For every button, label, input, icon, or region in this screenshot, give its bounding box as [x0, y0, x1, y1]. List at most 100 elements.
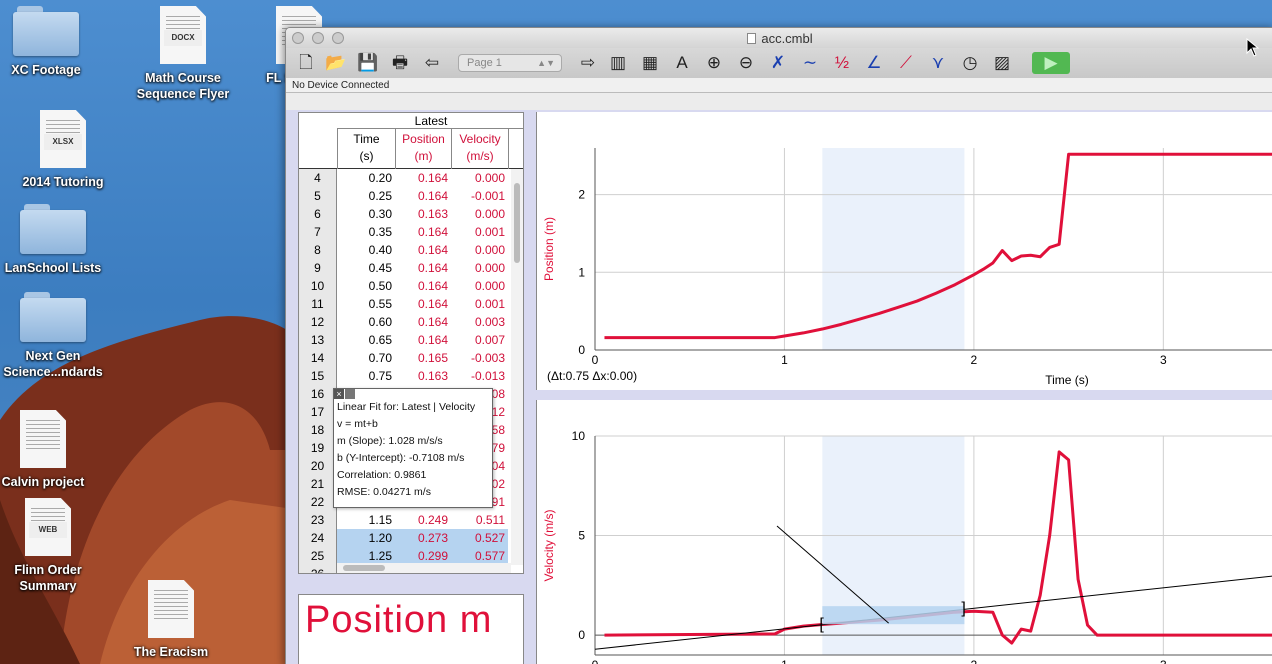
cell-velocity[interactable]: -0.001: [451, 187, 508, 205]
desktop-icon[interactable]: WEB Flinn Order Summary: [0, 498, 103, 594]
statistics-icon[interactable]: ∠: [862, 52, 886, 74]
cell-time[interactable]: 1.20: [337, 529, 395, 547]
cell-position[interactable]: 0.164: [395, 169, 451, 187]
table-row[interactable]: 4 0.20 0.164 0.000: [299, 169, 523, 187]
calculator-icon[interactable]: ▦: [638, 52, 662, 74]
scroll-thumb[interactable]: [514, 183, 520, 263]
cell-velocity[interactable]: -0.013: [451, 367, 508, 385]
desktop-icon[interactable]: DOCX Math Course Sequence Flyer: [128, 6, 238, 102]
new-file-icon[interactable]: 🗋: [294, 52, 318, 74]
cell-time[interactable]: 0.75: [337, 367, 395, 385]
cell-time[interactable]: 0.50: [337, 277, 395, 295]
cell-time[interactable]: 0.30: [337, 205, 395, 223]
title-bar[interactable]: acc.cmbl: [286, 28, 1272, 48]
examine-icon[interactable]: ✗: [766, 52, 790, 74]
cell-velocity[interactable]: 0.000: [451, 277, 508, 295]
integral-icon[interactable]: ½: [830, 52, 854, 74]
table-row[interactable]: 15 0.75 0.163 -0.013: [299, 367, 523, 385]
table-row[interactable]: 24 1.20 0.273 0.527: [299, 529, 523, 547]
cell-velocity[interactable]: 0.511: [451, 511, 508, 529]
cell-velocity[interactable]: -0.003: [451, 349, 508, 367]
column-header-time[interactable]: Time (s): [337, 129, 395, 169]
data-collection-icon[interactable]: ◷: [958, 52, 982, 74]
linear-fit-box[interactable]: × Linear Fit for: Latest | Velocity v = …: [333, 388, 493, 508]
cell-position[interactable]: 0.249: [395, 511, 451, 529]
cell-position[interactable]: 0.164: [395, 223, 451, 241]
column-header-overflow[interactable]: [508, 129, 523, 169]
digital-meter[interactable]: Position m: [298, 594, 524, 664]
table-row[interactable]: 12 0.60 0.164 0.003: [299, 313, 523, 331]
scroll-thumb[interactable]: [343, 565, 385, 571]
velocity-graph-plot[interactable]: 0 1 2 3 0 5 10 Velocity (m/s) []: [537, 400, 1272, 664]
table-row[interactable]: 8 0.40 0.164 0.000: [299, 241, 523, 259]
table-vertical-scrollbar[interactable]: [511, 169, 523, 565]
tangent-icon[interactable]: ∼: [798, 52, 822, 74]
column-header-velocity[interactable]: Velocity (m/s): [451, 129, 508, 169]
print-icon[interactable]: 🖶: [388, 52, 412, 74]
cell-position[interactable]: 0.164: [395, 295, 451, 313]
table-row[interactable]: 11 0.55 0.164 0.001: [299, 295, 523, 313]
table-horizontal-scrollbar[interactable]: [337, 563, 511, 573]
zoom-in-icon[interactable]: ⊕: [702, 52, 726, 74]
cell-time[interactable]: 1.15: [337, 511, 395, 529]
cell-velocity[interactable]: 0.000: [451, 241, 508, 259]
collect-icon[interactable]: ▶: [1032, 52, 1070, 74]
save-icon[interactable]: 💾: [356, 52, 380, 74]
replay-icon[interactable]: ▨: [990, 52, 1014, 74]
column-header-position[interactable]: Position (m): [395, 129, 451, 169]
open-folder-icon[interactable]: 📂: [324, 52, 348, 74]
linear-fit-icon[interactable]: ⟋: [894, 52, 918, 74]
cell-position[interactable]: 0.164: [395, 187, 451, 205]
desktop-icon[interactable]: LanSchool Lists: [0, 204, 108, 276]
close-fit-icon[interactable]: ×: [334, 389, 344, 399]
cell-position[interactable]: 0.164: [395, 259, 451, 277]
cell-time[interactable]: 0.35: [337, 223, 395, 241]
undo-icon[interactable]: ⇦: [420, 52, 444, 74]
cell-velocity[interactable]: 0.007: [451, 331, 508, 349]
cell-position[interactable]: 0.164: [395, 241, 451, 259]
cell-velocity[interactable]: 0.527: [451, 529, 508, 547]
curve-fit-icon[interactable]: ⋎: [926, 52, 950, 74]
cell-time[interactable]: 0.25: [337, 187, 395, 205]
desktop-icon[interactable]: Calvin project: [0, 410, 98, 490]
desktop-icon[interactable]: XLSX 2014 Tutoring: [8, 110, 118, 190]
cell-position[interactable]: 0.163: [395, 367, 451, 385]
position-graph-plot[interactable]: 0 1 2 3 0 1 2 Position (m) Time (s) (Δt:0.75 Δx:0…: [537, 112, 1272, 390]
data-browser-icon[interactable]: ▥: [606, 52, 630, 74]
cell-velocity[interactable]: 0.001: [451, 223, 508, 241]
desktop-icon[interactable]: Next Gen Science...ndards: [0, 292, 108, 380]
cell-velocity[interactable]: 0.001: [451, 295, 508, 313]
text-annotation-icon[interactable]: A: [670, 52, 694, 74]
table-row[interactable]: 13 0.65 0.164 0.007: [299, 331, 523, 349]
page-selector[interactable]: Page 1 ▲▼: [458, 54, 562, 72]
cell-position[interactable]: 0.164: [395, 313, 451, 331]
table-row[interactable]: 5 0.25 0.164 -0.001: [299, 187, 523, 205]
cell-time[interactable]: 0.70: [337, 349, 395, 367]
cell-time[interactable]: 0.45: [337, 259, 395, 277]
cell-velocity[interactable]: 0.000: [451, 205, 508, 223]
zoom-out-icon[interactable]: ⊖: [734, 52, 758, 74]
table-row[interactable]: 6 0.30 0.163 0.000: [299, 205, 523, 223]
cell-velocity[interactable]: 0.003: [451, 313, 508, 331]
cell-position[interactable]: 0.164: [395, 331, 451, 349]
table-row[interactable]: 14 0.70 0.165 -0.003: [299, 349, 523, 367]
cell-position[interactable]: 0.164: [395, 277, 451, 295]
cell-velocity[interactable]: 0.000: [451, 169, 508, 187]
cell-position[interactable]: 0.165: [395, 349, 451, 367]
cell-time[interactable]: 0.20: [337, 169, 395, 187]
desktop-icon[interactable]: The Eracism: [116, 580, 226, 660]
desktop-icon[interactable]: XC Footage: [0, 6, 101, 78]
table-row[interactable]: 10 0.50 0.164 0.000: [299, 277, 523, 295]
cell-position[interactable]: 0.163: [395, 205, 451, 223]
table-row[interactable]: 23 1.15 0.249 0.511: [299, 511, 523, 529]
cell-position[interactable]: 0.273: [395, 529, 451, 547]
table-row[interactable]: 9 0.45 0.164 0.000: [299, 259, 523, 277]
cell-time[interactable]: 0.40: [337, 241, 395, 259]
cell-time[interactable]: 0.65: [337, 331, 395, 349]
table-row[interactable]: 7 0.35 0.164 0.001: [299, 223, 523, 241]
page-next-icon[interactable]: ⇨: [576, 52, 600, 74]
position-graph[interactable]: 0 1 2 3 0 1 2 Position (m) Time (s) (Δt:0.75 Δx:0…: [536, 112, 1272, 390]
cell-time[interactable]: 0.60: [337, 313, 395, 331]
cell-velocity[interactable]: 0.000: [451, 259, 508, 277]
velocity-graph[interactable]: 0 1 2 3 0 5 10 Velocity (m/s) []: [536, 400, 1272, 664]
